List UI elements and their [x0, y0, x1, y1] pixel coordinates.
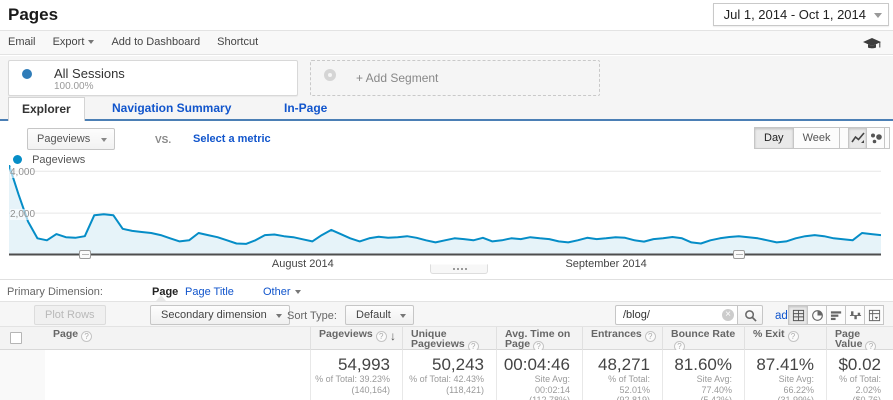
line-chart-icon[interactable]: [848, 127, 867, 149]
chevron-down-icon: [276, 314, 282, 318]
secondary-dimension-dropdown[interactable]: Secondary dimension: [150, 305, 290, 325]
view-toggle-group: [789, 305, 884, 325]
pageviews-legend-dot-icon: [13, 155, 22, 164]
sort-type-label: Sort Type:: [287, 310, 337, 322]
add-to-dashboard-button[interactable]: Add to Dashboard: [111, 31, 200, 54]
granularity-week-button[interactable]: Week: [793, 127, 841, 149]
search-icon: [744, 309, 757, 322]
metric-select-dropdown[interactable]: Pageviews: [27, 128, 115, 150]
primary-dimension-label: Primary Dimension:: [7, 286, 103, 298]
annotation-bubble-icon[interactable]: [733, 250, 745, 259]
totals-page-value: $0.02 % of Total: 2.02% ($0.76): [826, 350, 893, 400]
segment-all-sessions[interactable]: All Sessions 100.00%: [8, 60, 298, 96]
totals-pageviews: 54,993 % of Total: 39.23% (140,164): [310, 350, 402, 400]
select-a-metric-link[interactable]: Select a metric: [193, 133, 271, 145]
sort-type-dropdown[interactable]: Default: [345, 305, 414, 325]
segment-label: All Sessions: [54, 66, 125, 81]
totals-page-cell: [45, 350, 310, 400]
column-header-entrances[interactable]: Entrances?: [582, 327, 662, 350]
date-range-selector[interactable]: Jul 1, 2014 - Oct 1, 2014: [713, 3, 889, 26]
annotation-bubble-icon[interactable]: [79, 250, 91, 259]
table-search: ×: [615, 305, 739, 325]
table-toolbar: Plot Rows Secondary dimension Sort Type:…: [0, 301, 893, 327]
comparison-view-icon[interactable]: [845, 305, 865, 325]
shortcut-button[interactable]: Shortcut: [217, 31, 258, 54]
primary-dimension-other[interactable]: Other: [263, 286, 301, 298]
totals-entrances: 48,271 % of Total: 52.01% (92,819): [582, 350, 662, 400]
clear-search-icon[interactable]: ×: [722, 309, 734, 321]
help-icon[interactable]: ?: [81, 331, 92, 342]
chevron-down-icon: [295, 290, 301, 294]
export-button[interactable]: Export: [53, 31, 95, 54]
primary-dimension-page-title[interactable]: Page Title: [185, 286, 234, 298]
motion-chart-icon[interactable]: [866, 127, 885, 149]
page-title: Pages: [8, 5, 58, 25]
tab-navigation-summary[interactable]: Navigation Summary: [112, 101, 231, 115]
select-all-checkbox[interactable]: [10, 332, 22, 344]
pageviews-chart[interactable]: 2,0004,000 August 2014September 2014: [9, 165, 881, 255]
table-view-icon[interactable]: [788, 305, 808, 325]
date-range-value: Jul 1, 2014 - Oct 1, 2014: [724, 7, 866, 22]
x-axis-month-label: August 2014: [272, 258, 334, 270]
table-totals-row: 54,993 % of Total: 39.23% (140,164) 50,2…: [0, 350, 893, 400]
y-tick-label: 2,000: [10, 209, 35, 220]
column-header-unique-pageviews[interactable]: Unique Pageviews?: [402, 327, 496, 350]
chart-type-toggle: [849, 127, 885, 149]
chevron-down-icon: [874, 13, 882, 18]
x-axis-month-label: September 2014: [565, 258, 646, 270]
primary-dimension-bar: Primary Dimension: Page Page Title Other: [0, 280, 893, 301]
column-header-avg-time-on-page[interactable]: Avg. Time on Page?: [496, 327, 582, 350]
totals-bounce-rate: 81.60% Site Avg: 77.40% (5.42%): [662, 350, 744, 400]
annotations-pull-tab[interactable]: [430, 264, 488, 274]
google-analytics-pages-report: Pages Jul 1, 2014 - Oct 1, 2014 Email Ex…: [0, 0, 893, 400]
select-all-cell: [0, 327, 45, 350]
pageviews-area-svg[interactable]: [9, 165, 881, 256]
metric-selected-value: Pageviews: [37, 133, 90, 145]
segment-ring-icon: [22, 69, 32, 79]
totals-avg-time-on-page: 00:04:46 Site Avg: 00:02:14 (112.78%): [496, 350, 582, 400]
granularity-day-button[interactable]: Day: [754, 127, 794, 149]
tab-in-page[interactable]: In-Page: [284, 101, 327, 115]
totals-percent-exit: 87.41% Site Avg: 66.22% (31.99%): [744, 350, 826, 400]
plot-rows-button[interactable]: Plot Rows: [34, 305, 106, 325]
add-segment-button[interactable]: + Add Segment: [310, 60, 600, 96]
tab-explorer[interactable]: Explorer: [8, 97, 85, 121]
help-icon[interactable]: ?: [645, 331, 656, 342]
email-button[interactable]: Email: [8, 31, 36, 54]
pivot-view-icon[interactable]: [864, 305, 884, 325]
chevron-down-icon: [400, 314, 406, 318]
column-header-page-value[interactable]: Page Value?: [826, 327, 893, 350]
help-icon[interactable]: ?: [376, 331, 387, 342]
report-action-bar: Email Export Add to Dashboard Shortcut: [0, 30, 893, 55]
sort-desc-icon[interactable]: ↓: [390, 331, 396, 341]
segment-percent: 100.00%: [54, 81, 93, 92]
search-button[interactable]: [737, 305, 763, 325]
add-segment-label: + Add Segment: [356, 71, 438, 85]
column-header-page[interactable]: Page?: [45, 327, 310, 350]
table-header-row: Page? ↓Pageviews? Unique Pageviews? Avg.…: [0, 327, 893, 350]
y-tick-label: 4,000: [10, 167, 35, 178]
vs-label: VS.: [155, 135, 171, 146]
column-header-percent-exit[interactable]: % Exit?: [744, 327, 826, 350]
chart-canvas[interactable]: [9, 165, 881, 259]
totals-checkbox-cell: [0, 350, 45, 400]
table-search-input[interactable]: [615, 305, 739, 325]
chevron-down-icon: [88, 40, 94, 44]
chevron-down-icon: [101, 138, 107, 142]
segment-ring-icon: [324, 69, 336, 81]
column-header-bounce-rate[interactable]: Bounce Rate?: [662, 327, 744, 350]
help-icon[interactable]: ?: [788, 331, 799, 342]
column-header-pageviews[interactable]: ↓Pageviews?: [310, 327, 402, 350]
performance-view-icon[interactable]: [826, 305, 846, 325]
totals-unique-pageviews: 50,243 % of Total: 42.43% (118,421): [402, 350, 496, 400]
percentage-view-icon[interactable]: [807, 305, 827, 325]
